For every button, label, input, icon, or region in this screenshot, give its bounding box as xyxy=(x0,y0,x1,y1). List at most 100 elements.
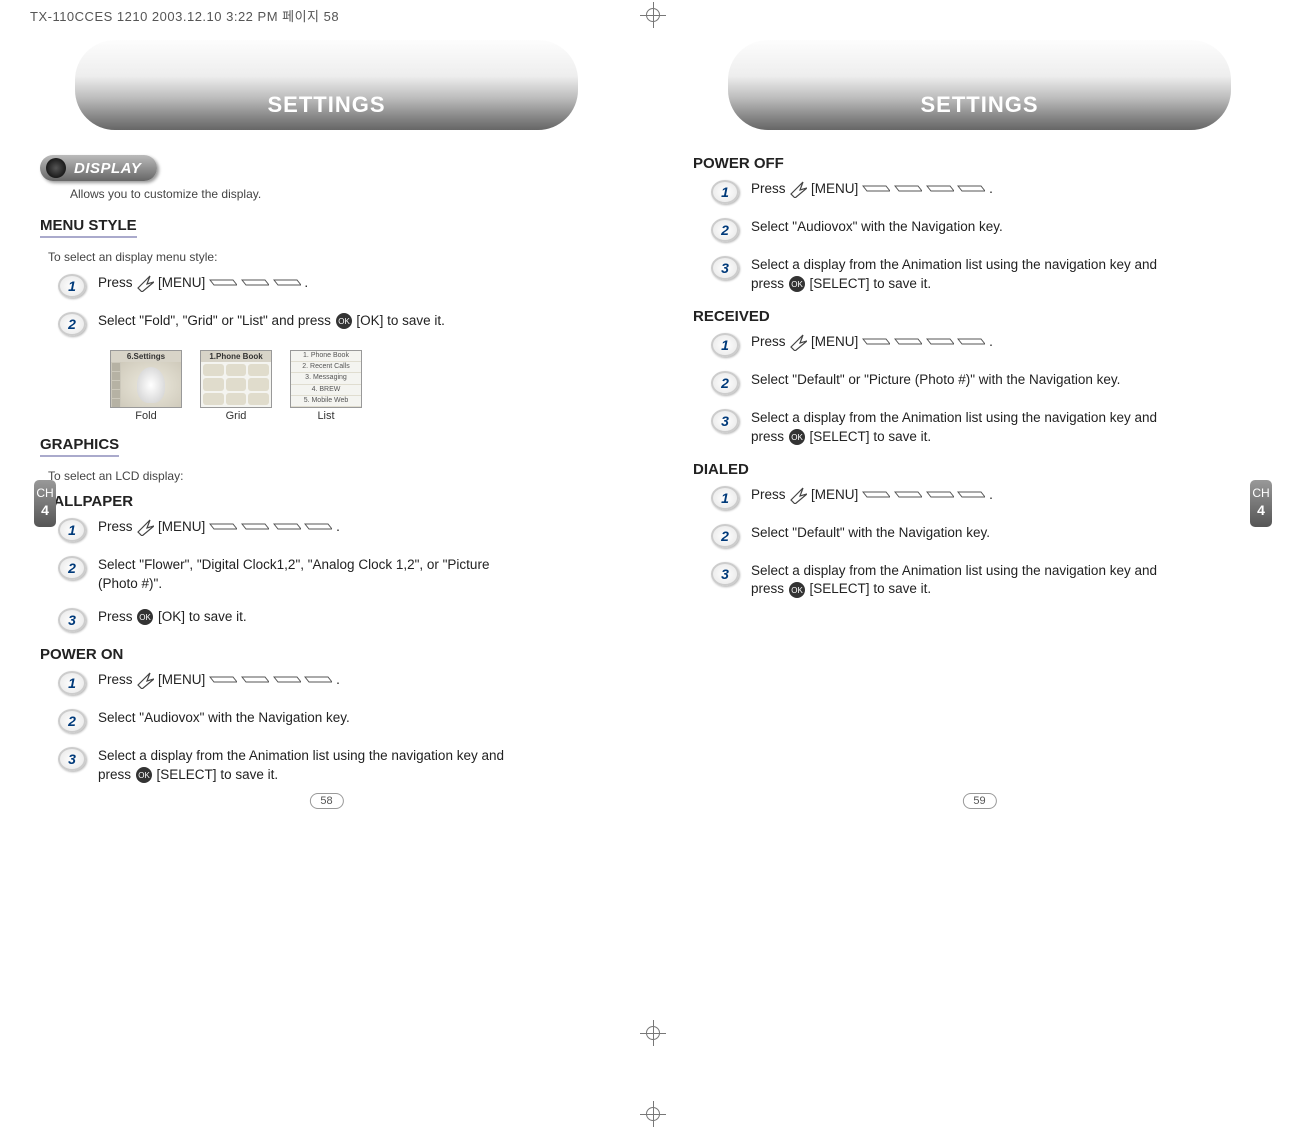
received-step-3: 3 Select a display from the Animation li… xyxy=(711,409,1266,447)
step-text: Select "Audiovox" with the Navigation ke… xyxy=(751,218,1003,237)
step-badge-3: 3 xyxy=(58,747,86,771)
dialed-step-1: 1 Press [MENU] . xyxy=(711,486,1266,510)
menu-style-heading: MENU STYLE xyxy=(40,217,137,238)
ok-label: [SELECT] xyxy=(810,581,870,596)
key-icon xyxy=(894,185,922,193)
thumb-fold: 6.Settings Fold xyxy=(110,350,182,422)
power-off-step-3: 3 Select a display from the Animation li… xyxy=(711,256,1266,294)
step-badge-2: 2 xyxy=(711,371,739,395)
step-badge-1: 1 xyxy=(58,518,86,542)
ok-icon xyxy=(135,766,153,784)
key-icon xyxy=(273,279,301,287)
key-icon xyxy=(304,523,332,531)
menu-arrow-icon xyxy=(789,333,807,351)
step-text: Press xyxy=(98,275,136,290)
key-icon xyxy=(304,676,332,684)
display-section-pill: DISPLAY xyxy=(40,155,157,181)
step-tail: to save it. xyxy=(220,767,278,782)
menu-arrow-icon xyxy=(136,671,154,689)
received-heading: RECEIVED xyxy=(693,308,1266,325)
thumb-grid-label: Grid xyxy=(226,410,247,422)
key-icon xyxy=(894,338,922,346)
key-icon xyxy=(926,185,954,193)
menu-style-step-2: 2 Select "Fold", "Grid" or "List" and pr… xyxy=(58,312,613,336)
step-text: Select "Fold", "Grid" or "List" and pres… xyxy=(98,313,335,328)
step-text: Press xyxy=(98,672,136,687)
power-on-step-3: 3 Select a display from the Animation li… xyxy=(58,747,613,785)
ok-icon xyxy=(788,581,806,599)
menu-label: [MENU] xyxy=(158,275,205,290)
step-badge-1: 1 xyxy=(711,180,739,204)
menu-label: [MENU] xyxy=(811,487,858,502)
step-badge-2: 2 xyxy=(58,312,86,336)
ok-icon xyxy=(788,275,806,293)
wallpaper-step-2: 2 Select "Flower", "Digital Clock1,2", "… xyxy=(58,556,613,594)
step-tail: . xyxy=(336,519,340,534)
wallpaper-heading: WALLPAPER xyxy=(40,493,613,510)
key-icon xyxy=(957,185,985,193)
step-text: Select "Flower", "Digital Clock1,2", "An… xyxy=(98,556,528,594)
menu-label: [MENU] xyxy=(158,672,205,687)
menu-style-desc: To select an display menu style: xyxy=(48,250,613,264)
menu-arrow-icon xyxy=(789,180,807,198)
ok-icon xyxy=(335,312,353,330)
power-on-step-1: 1 Press [MENU] . xyxy=(58,671,613,695)
received-step-2: 2 Select "Default" or "Picture (Photo #)… xyxy=(711,371,1266,395)
key-icon xyxy=(241,523,269,531)
list-row: 4. BREW xyxy=(291,385,361,396)
thumb-list: 1. Phone Book 2. Recent Calls 3. Messagi… xyxy=(290,350,362,422)
chapter-label: CH xyxy=(1250,486,1272,500)
file-header: TX-110CCES 1210 2003.12.10 3:22 PM 페이지 5… xyxy=(30,6,339,25)
dialed-step-3: 3 Select a display from the Animation li… xyxy=(711,562,1266,600)
step-badge-3: 3 xyxy=(711,256,739,280)
step-badge-2: 2 xyxy=(711,524,739,548)
key-icon xyxy=(209,523,237,531)
power-off-step-1: 1 Press [MENU] . xyxy=(711,180,1266,204)
thumb-grid: 1.Phone Book Grid xyxy=(200,350,272,422)
wallpaper-step-1: 1 Press [MENU] . xyxy=(58,518,613,542)
crop-mark-top xyxy=(640,2,666,28)
key-icon xyxy=(273,523,301,531)
step-tail: to save it. xyxy=(873,581,931,596)
crop-mark-mid xyxy=(640,1020,666,1046)
step-badge-2: 2 xyxy=(711,218,739,242)
page-left: SETTINGS DISPLAY Allows you to customize… xyxy=(0,30,653,799)
list-row: 5. Mobile Web xyxy=(291,396,361,407)
key-icon xyxy=(926,338,954,346)
page-title-bar: SETTINGS xyxy=(728,40,1231,130)
step-text: Select "Default" with the Navigation key… xyxy=(751,524,990,543)
step-badge-1: 1 xyxy=(711,333,739,357)
step-tail: to save it. xyxy=(387,313,445,328)
step-badge-3: 3 xyxy=(711,562,739,586)
page-title: SETTINGS xyxy=(920,92,1038,118)
ok-label: [SELECT] xyxy=(810,276,870,291)
key-icon xyxy=(926,491,954,499)
page-title-bar: SETTINGS xyxy=(75,40,578,130)
ok-icon xyxy=(136,608,154,626)
ok-label: [SELECT] xyxy=(810,429,870,444)
step-text: Press xyxy=(98,519,136,534)
ok-label: [OK] xyxy=(158,609,185,624)
thumb-grid-header: 1.Phone Book xyxy=(201,351,271,362)
thumb-fold-header: 6.Settings xyxy=(111,351,181,362)
chapter-label: CH xyxy=(34,486,56,500)
key-icon xyxy=(209,676,237,684)
step-text: Select "Audiovox" with the Navigation ke… xyxy=(98,709,350,728)
menu-label: [MENU] xyxy=(158,519,205,534)
key-icon xyxy=(894,491,922,499)
display-label: DISPLAY xyxy=(74,160,141,177)
step-text: Press xyxy=(751,181,789,196)
menu-arrow-icon xyxy=(789,486,807,504)
ok-label: [SELECT] xyxy=(157,767,217,782)
key-icon xyxy=(957,338,985,346)
dialed-step-2: 2 Select "Default" with the Navigation k… xyxy=(711,524,1266,548)
chapter-number: 4 xyxy=(34,502,56,519)
step-tail: . xyxy=(336,672,340,687)
step-badge-1: 1 xyxy=(58,671,86,695)
step-tail: . xyxy=(304,275,308,290)
page-number-left: 58 xyxy=(309,793,343,809)
menu-label: [MENU] xyxy=(811,181,858,196)
key-icon xyxy=(209,279,237,287)
ok-icon xyxy=(788,428,806,446)
step-text: Press xyxy=(751,487,789,502)
